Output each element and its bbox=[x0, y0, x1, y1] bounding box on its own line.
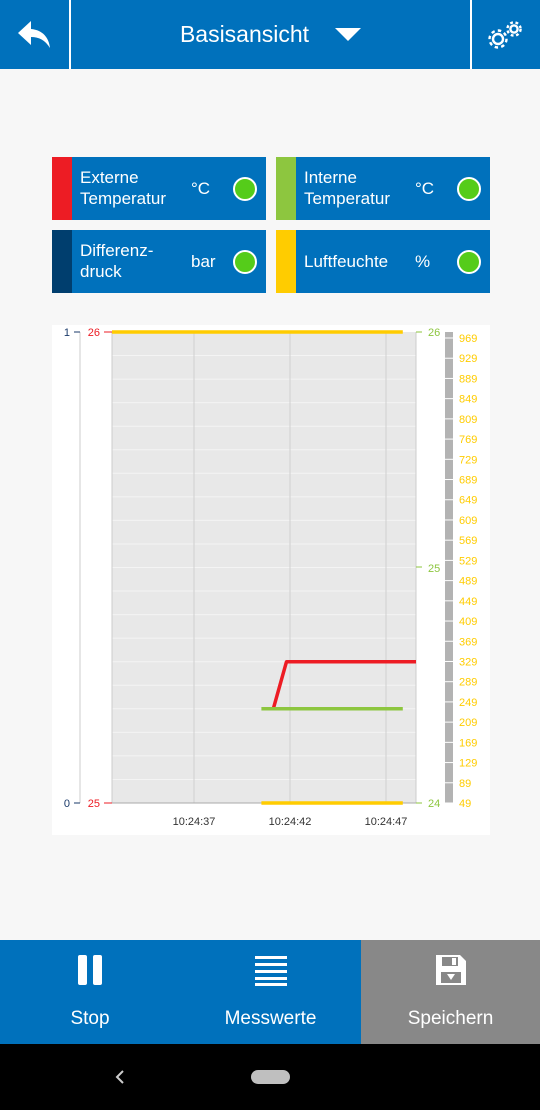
pressure-axis-tick: 0 bbox=[64, 798, 70, 810]
sensor-color-stripe bbox=[52, 157, 72, 220]
pressure-axis-tick: 1 bbox=[64, 327, 70, 339]
sensor-unit: bar bbox=[191, 251, 216, 271]
stop-button[interactable]: Stop bbox=[0, 940, 180, 1044]
sensor-card-differenzdruck[interactable]: Differenz-druck bar bbox=[52, 230, 266, 293]
speichern-label: Speichern bbox=[407, 1008, 494, 1029]
int-temp-axis-tick: 25 bbox=[428, 563, 440, 575]
humidity-axis-tick: 129 bbox=[459, 758, 477, 770]
humidity-axis-tick: 289 bbox=[459, 677, 477, 689]
status-indicator-icon bbox=[457, 250, 481, 274]
humidity-axis-tick: 529 bbox=[459, 555, 477, 567]
messwerte-button[interactable]: Messwerte bbox=[180, 940, 361, 1044]
gears-icon bbox=[488, 20, 522, 49]
humidity-axis-tick: 449 bbox=[459, 596, 477, 608]
humidity-axis-tick: 889 bbox=[459, 373, 477, 385]
speichern-button[interactable]: Speichern bbox=[361, 940, 540, 1044]
sensor-color-stripe bbox=[276, 230, 296, 293]
humidity-axis-tick: 689 bbox=[459, 475, 477, 487]
back-button[interactable] bbox=[0, 0, 69, 69]
status-indicator-icon bbox=[457, 177, 481, 201]
x-axis-tick-label: 10:24:47 bbox=[365, 816, 408, 828]
humidity-axis-tick: 609 bbox=[459, 515, 477, 527]
humidity-axis-tick: 369 bbox=[459, 636, 477, 648]
sensor-color-stripe bbox=[52, 230, 72, 293]
messwerte-label: Messwerte bbox=[224, 1008, 317, 1029]
save-icon bbox=[435, 955, 466, 985]
humidity-axis-tick: 249 bbox=[459, 697, 477, 709]
humidity-axis-tick: 729 bbox=[459, 454, 477, 466]
measurement-chart[interactable]: 969 929 889 849 809 769 729 689 649 609 569 529 489 4… bbox=[52, 325, 490, 835]
chevron-left-icon bbox=[115, 1070, 124, 1084]
humidity-axis-tick: 769 bbox=[459, 434, 477, 446]
sensor-name: Luftfeuchte bbox=[304, 252, 389, 271]
humidity-axis-tick: 929 bbox=[459, 353, 477, 365]
sensor-name: Interne Temperatur bbox=[304, 168, 390, 208]
humidity-axis-tick: 569 bbox=[459, 535, 477, 547]
humidity-axis-tick: 649 bbox=[459, 495, 477, 507]
sensor-unit: °C bbox=[191, 178, 211, 198]
settings-button[interactable] bbox=[472, 0, 540, 69]
humidity-axis-tick: 329 bbox=[459, 656, 477, 668]
system-back-button[interactable] bbox=[110, 1066, 130, 1088]
humidity-axis-tick: 969 bbox=[459, 333, 477, 345]
sensor-card-externe-temperatur[interactable]: Externe Temperatur °C bbox=[52, 157, 266, 220]
sensor-unit: °C bbox=[415, 178, 435, 198]
app-header: Basisansicht bbox=[0, 0, 540, 69]
x-axis-tick-label: 10:24:37 bbox=[173, 816, 216, 828]
humidity-axis-tick: 809 bbox=[459, 414, 477, 426]
ext-temp-axis-tick: 26 bbox=[88, 327, 100, 339]
chart-canvas: 969 929 889 849 809 769 729 689 649 609 569 529 489 4… bbox=[64, 327, 477, 828]
chevron-down-icon bbox=[335, 28, 362, 41]
humidity-axis-tick: 49 bbox=[459, 798, 471, 810]
humidity-axis-tick: 849 bbox=[459, 394, 477, 406]
sensor-name: Externe Temperatur bbox=[80, 168, 166, 208]
sensor-name: Differenz-druck bbox=[80, 241, 154, 281]
view-selector[interactable]: Basisansicht bbox=[71, 0, 470, 69]
bottom-toolbar: Stop Messwerte Speichern bbox=[0, 940, 540, 1044]
ext-temp-axis-tick: 25 bbox=[88, 798, 100, 810]
humidity-axis-tick: 489 bbox=[459, 576, 477, 588]
view-title: Basisansicht bbox=[179, 21, 310, 47]
sensor-card-interne-temperatur[interactable]: Interne Temperatur °C bbox=[276, 157, 490, 220]
status-indicator-icon bbox=[233, 177, 257, 201]
status-indicator-icon bbox=[233, 250, 257, 274]
humidity-axis-tick: 169 bbox=[459, 737, 477, 749]
pause-icon bbox=[78, 955, 102, 985]
system-home-button[interactable] bbox=[251, 1070, 290, 1084]
back-arrow-icon bbox=[17, 20, 50, 48]
humidity-axis-bar bbox=[445, 332, 453, 803]
sensor-unit: % bbox=[415, 251, 431, 271]
sensor-card-luftfeuchte[interactable]: Luftfeuchte % bbox=[276, 230, 490, 293]
stop-label: Stop bbox=[70, 1008, 110, 1029]
humidity-axis-tick: 209 bbox=[459, 717, 477, 729]
int-temp-axis-tick: 26 bbox=[428, 327, 440, 339]
x-axis-tick-label: 10:24:42 bbox=[269, 816, 312, 828]
humidity-axis-tick: 409 bbox=[459, 616, 477, 628]
list-icon bbox=[254, 956, 287, 986]
sensor-color-stripe bbox=[276, 157, 296, 220]
humidity-axis-tick: 89 bbox=[459, 778, 471, 790]
int-temp-axis-tick: 24 bbox=[428, 798, 440, 810]
